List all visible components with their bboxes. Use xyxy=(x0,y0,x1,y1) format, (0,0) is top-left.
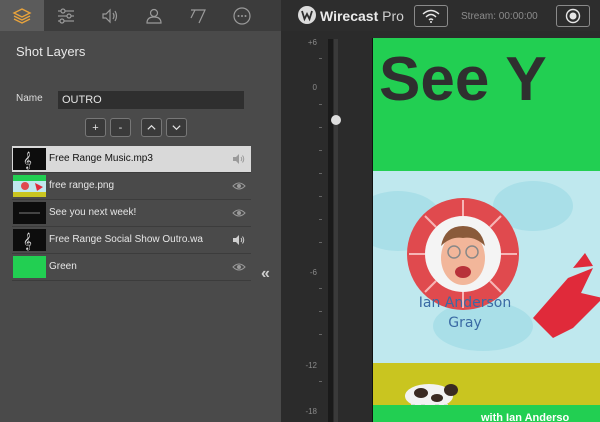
meter-tick: 0 xyxy=(312,83,317,92)
layer-thumbnail xyxy=(13,175,46,197)
layer-row[interactable]: See you next week! xyxy=(12,200,251,227)
layer-thumbnail: 𝄞 xyxy=(13,229,46,251)
host-name-line2: Gray xyxy=(448,315,482,331)
music-note-icon: 𝄞 xyxy=(23,151,32,169)
red-swoosh-graphic xyxy=(533,253,600,338)
volume-fader-handle[interactable] xyxy=(331,115,341,125)
layer-row[interactable]: 𝄞 Free Range Music.mp3 xyxy=(12,146,251,173)
shot-layers-panel: Shot Layers Name OUTRO + - 𝄞 Free Range … xyxy=(0,0,281,422)
svg-text:𝄞: 𝄞 xyxy=(23,151,32,169)
speaker-icon[interactable] xyxy=(232,153,246,165)
tab-transitions[interactable] xyxy=(176,0,220,31)
app-edition: Pro xyxy=(382,8,404,24)
eye-icon[interactable] xyxy=(232,261,246,273)
volume-fader-track[interactable] xyxy=(334,39,338,422)
layer-label: Free Range Music.mp3 xyxy=(49,153,153,164)
sliders-icon xyxy=(58,7,74,24)
stream-label: Stream: xyxy=(461,11,497,22)
layer-label: Green xyxy=(49,261,77,272)
layer-row[interactable]: Green xyxy=(12,254,251,281)
meter-tick: -6 xyxy=(309,268,317,277)
preview-footer-text: with Ian Anderso xyxy=(481,412,570,422)
chevron-down-icon xyxy=(172,125,181,131)
image-thumbnail-icon xyxy=(13,175,46,197)
tab-layers[interactable] xyxy=(0,0,44,31)
tab-person[interactable] xyxy=(132,0,176,31)
wifi-icon xyxy=(422,9,440,23)
layer-label: Free Range Social Show Outro.wa xyxy=(49,234,203,245)
tab-audio[interactable] xyxy=(88,0,132,31)
add-layer-button[interactable]: + xyxy=(85,118,106,137)
host-portrait xyxy=(425,216,501,292)
layer-label: See you next week! xyxy=(49,207,137,218)
meter-tick: -12 xyxy=(305,361,317,370)
preview-headline: See Y xyxy=(379,45,547,114)
move-layer-down-button[interactable] xyxy=(166,118,187,137)
name-label: Name xyxy=(16,93,43,104)
layer-thumbnail xyxy=(13,256,46,278)
layer-label: free range.png xyxy=(49,180,115,191)
stream-timer: 00:00:00 xyxy=(498,11,538,22)
transition-icon xyxy=(190,8,206,23)
music-note-icon: 𝄞 xyxy=(23,232,32,250)
layer-list: 𝄞 Free Range Music.mp3 free range.png Se… xyxy=(12,146,251,281)
layer-row[interactable]: free range.png xyxy=(12,173,251,200)
wirecast-logo xyxy=(298,6,316,24)
eye-icon[interactable] xyxy=(232,180,246,192)
chevron-up-icon xyxy=(147,124,156,130)
record-icon xyxy=(565,8,581,24)
stream-status: Stream: 00:00:00 xyxy=(461,11,538,22)
speaker-icon[interactable] xyxy=(232,234,246,246)
more-icon xyxy=(233,6,251,25)
layer-thumbnail: 𝄞 xyxy=(13,148,46,170)
tab-properties[interactable] xyxy=(44,0,88,31)
panel-title: Shot Layers xyxy=(16,44,86,59)
panel-tabbar xyxy=(0,0,281,31)
host-name-line1: Ian Anderson xyxy=(418,295,512,311)
meter-level-track xyxy=(328,39,333,422)
shot-preview: See Y Ian Anderson Gray with Ian Anderso xyxy=(372,38,600,422)
title-thumbnail-icon xyxy=(19,212,40,214)
broadcast-button[interactable] xyxy=(414,5,448,27)
tab-more[interactable] xyxy=(220,0,264,31)
wirecast-window: Shot Layers Name OUTRO + - 𝄞 Free Range … xyxy=(0,0,600,422)
record-button[interactable] xyxy=(556,5,590,27)
audio-meter: +6 0 -6 -12 -18 xyxy=(281,31,371,422)
collapse-panel-button[interactable]: « xyxy=(261,265,270,283)
eye-icon[interactable] xyxy=(232,207,246,219)
app-name: Wirecast xyxy=(320,8,379,24)
shot-name-field[interactable]: OUTRO xyxy=(58,91,244,109)
move-layer-up-button[interactable] xyxy=(141,118,162,137)
meter-tick: +6 xyxy=(307,38,317,47)
svg-text:𝄞: 𝄞 xyxy=(23,232,32,250)
app-title: Wirecast Pro xyxy=(320,8,404,24)
speaker-icon xyxy=(102,8,118,23)
user-icon xyxy=(146,8,162,24)
main-toolbar: Wirecast Pro Stream: 00:00:00 xyxy=(281,0,600,31)
meter-tick: -18 xyxy=(305,407,317,416)
name-row: Name OUTRO xyxy=(16,91,246,109)
layer-thumbnail xyxy=(13,202,46,224)
layer-row[interactable]: 𝄞 Free Range Social Show Outro.wa xyxy=(12,227,251,254)
layers-icon xyxy=(12,7,32,24)
remove-layer-button[interactable]: - xyxy=(110,118,131,137)
